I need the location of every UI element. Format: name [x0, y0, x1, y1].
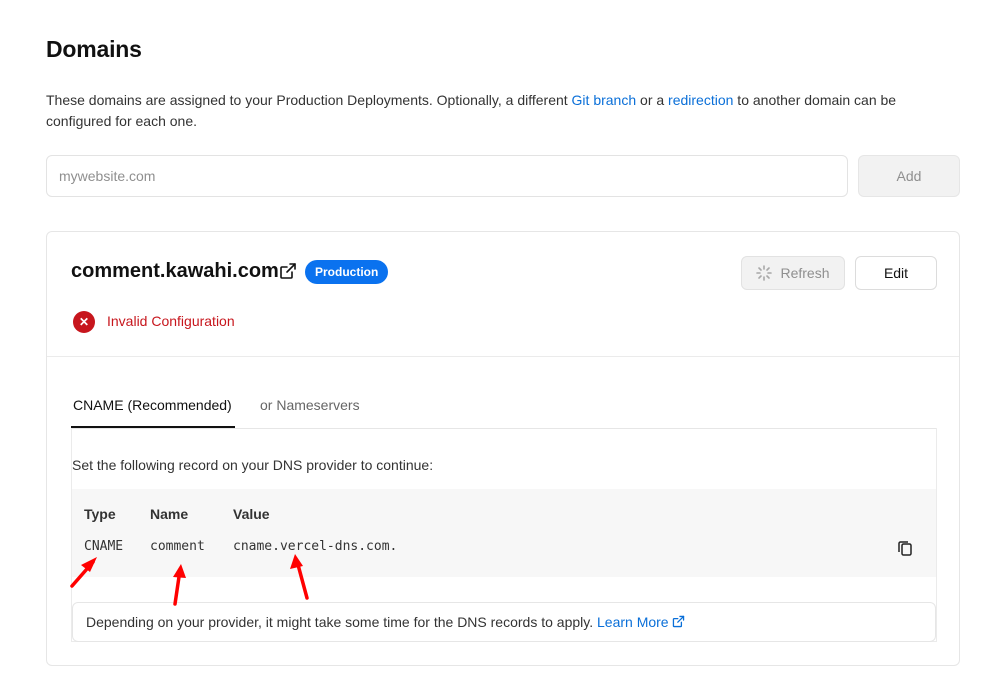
domain-card: comment.kawahi.com Production Refresh Ed… [46, 231, 960, 666]
learn-more-label: Learn More [597, 614, 669, 630]
domain-card-header: comment.kawahi.com Production Refresh Ed… [47, 232, 959, 357]
spinner-icon [756, 265, 773, 281]
external-link-icon[interactable] [279, 262, 297, 280]
page-description: These domains are assigned to your Produ… [46, 90, 946, 132]
add-button[interactable]: Add [858, 155, 960, 197]
description-middle: or a [636, 92, 669, 108]
record-value: cname.vercel-dns.com. [233, 539, 398, 554]
dns-record-panel: Set the following record on your DNS pro… [71, 428, 937, 642]
edit-button[interactable]: Edit [855, 256, 937, 290]
column-header-name: Name [150, 506, 189, 522]
column-header-value: Value [233, 506, 270, 522]
propagation-notice: Depending on your provider, it might tak… [72, 602, 936, 642]
status-text: Invalid Configuration [107, 313, 235, 329]
external-link-icon [672, 615, 684, 628]
error-x-icon: ✕ [73, 311, 95, 333]
refresh-button[interactable]: Refresh [741, 256, 845, 290]
record-type: CNAME [84, 539, 124, 554]
dns-record-table: Type Name Value CNAME comment cname.verc… [72, 489, 936, 577]
description-prefix: These domains are assigned to your Produ… [46, 92, 572, 108]
domain-input[interactable] [46, 155, 848, 197]
notice-text: Depending on your provider, it might tak… [86, 614, 597, 630]
redirection-link[interactable]: redirection [668, 92, 733, 108]
dns-instructions: Set the following record on your DNS pro… [72, 457, 434, 473]
refresh-label: Refresh [780, 265, 830, 281]
learn-more-link[interactable]: Learn More [597, 614, 685, 630]
record-name: comment [150, 539, 205, 554]
git-branch-link[interactable]: Git branch [572, 92, 637, 108]
page-title: Domains [46, 36, 142, 62]
tab-nameservers[interactable]: or Nameservers [260, 397, 360, 413]
column-header-type: Type [84, 506, 116, 522]
production-badge: Production [305, 260, 389, 284]
tab-cname[interactable]: CNAME (Recommended) [73, 397, 232, 413]
domain-name-link[interactable]: comment.kawahi.com [71, 260, 279, 283]
copy-icon[interactable] [896, 539, 914, 557]
